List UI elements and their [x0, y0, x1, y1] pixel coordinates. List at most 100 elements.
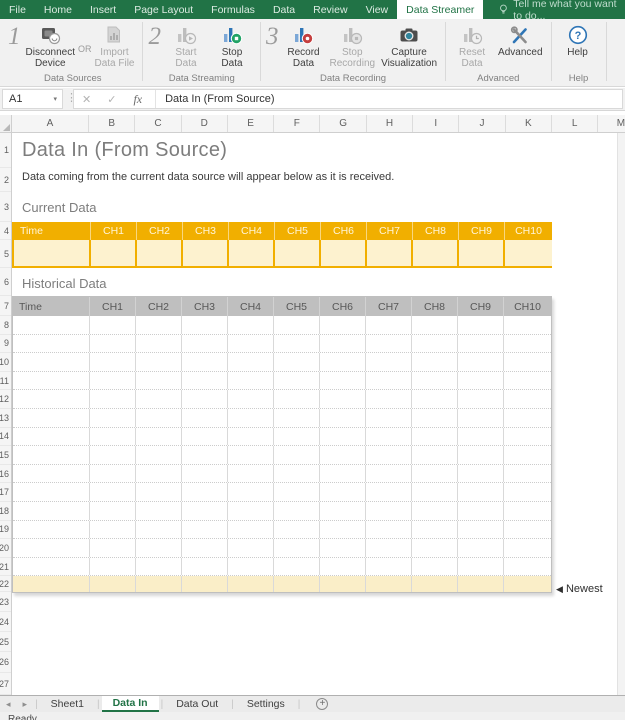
current-cell[interactable] [413, 240, 459, 266]
column-header-c[interactable]: C [135, 115, 181, 132]
historical-cell[interactable] [136, 576, 182, 592]
historical-header-ch1[interactable]: CH1 [90, 297, 136, 316]
row-header-26[interactable]: 26 [0, 652, 11, 673]
historical-cell[interactable] [504, 446, 551, 464]
historical-cell[interactable] [90, 483, 136, 501]
current-cell[interactable] [14, 240, 91, 266]
historical-cell[interactable] [274, 390, 320, 408]
historical-cell[interactable] [228, 465, 274, 483]
current-header-ch9[interactable]: CH9 [459, 222, 505, 240]
historical-cell[interactable] [366, 539, 412, 557]
row-header-25[interactable]: 25 [0, 632, 11, 652]
historical-cell[interactable] [13, 409, 90, 427]
historical-cell[interactable] [136, 372, 182, 390]
historical-cell[interactable] [458, 483, 504, 501]
ribbon-tab-insert[interactable]: Insert [81, 0, 125, 19]
current-cell[interactable] [321, 240, 367, 266]
record-data-button[interactable]: RecordData [280, 20, 326, 69]
historical-cell[interactable] [90, 372, 136, 390]
historical-cell[interactable] [504, 390, 551, 408]
historical-cell[interactable] [274, 465, 320, 483]
help-button[interactable]: ?Help [555, 20, 601, 58]
historical-cell[interactable] [228, 390, 274, 408]
tell-me-box[interactable]: Tell me what you want to do... [483, 0, 625, 19]
historical-cell[interactable] [90, 502, 136, 520]
historical-cell[interactable] [504, 353, 551, 371]
historical-cell[interactable] [366, 316, 412, 334]
historical-cell[interactable] [412, 521, 458, 539]
disconnect-device-button[interactable]: DisconnectDevice [23, 20, 78, 69]
column-header-j[interactable]: J [459, 115, 505, 132]
historical-cell[interactable] [504, 372, 551, 390]
historical-header-ch2[interactable]: CH2 [136, 297, 182, 316]
historical-cell[interactable] [182, 576, 228, 592]
historical-cell[interactable] [366, 372, 412, 390]
historical-cell[interactable] [412, 372, 458, 390]
historical-cell[interactable] [136, 390, 182, 408]
historical-header-ch6[interactable]: CH6 [320, 297, 366, 316]
historical-cell[interactable] [504, 465, 551, 483]
current-header-ch2[interactable]: CH2 [137, 222, 183, 240]
historical-header-ch5[interactable]: CH5 [274, 297, 320, 316]
historical-cell[interactable] [228, 558, 274, 576]
historical-cell[interactable] [90, 558, 136, 576]
historical-cell[interactable] [320, 483, 366, 501]
historical-cell[interactable] [412, 353, 458, 371]
row-header-10[interactable]: 10 [0, 353, 11, 372]
historical-cell[interactable] [320, 502, 366, 520]
column-header-m[interactable]: M [598, 115, 625, 132]
historical-cell[interactable] [182, 539, 228, 557]
historical-cell[interactable] [458, 409, 504, 427]
historical-cell[interactable] [182, 316, 228, 334]
column-header-d[interactable]: D [182, 115, 228, 132]
historical-cell[interactable] [458, 428, 504, 446]
historical-cell[interactable] [458, 353, 504, 371]
historical-cell[interactable] [412, 465, 458, 483]
historical-cell[interactable] [90, 335, 136, 353]
historical-cell[interactable] [274, 353, 320, 371]
historical-cell[interactable] [458, 446, 504, 464]
historical-cell[interactable] [412, 502, 458, 520]
historical-header-ch8[interactable]: CH8 [412, 297, 458, 316]
name-box-dropdown-icon[interactable]: ▾ [53, 95, 62, 103]
ribbon-tab-file[interactable]: File [0, 0, 35, 19]
historical-cell[interactable] [182, 409, 228, 427]
historical-cell[interactable] [90, 316, 136, 334]
ribbon-tab-view[interactable]: View [357, 0, 398, 19]
select-all-corner[interactable] [0, 115, 12, 132]
historical-cell[interactable] [182, 558, 228, 576]
historical-cell[interactable] [274, 446, 320, 464]
historical-cell[interactable] [136, 558, 182, 576]
historical-cell[interactable] [90, 576, 136, 592]
historical-cell[interactable] [13, 576, 90, 592]
historical-cell[interactable] [320, 521, 366, 539]
current-cell[interactable] [459, 240, 505, 266]
historical-cell[interactable] [228, 483, 274, 501]
historical-cell[interactable] [13, 316, 90, 334]
historical-cell[interactable] [182, 446, 228, 464]
historical-cell[interactable] [504, 428, 551, 446]
historical-cell[interactable] [182, 335, 228, 353]
historical-cell[interactable] [136, 539, 182, 557]
historical-cell[interactable] [320, 576, 366, 592]
row-header-22[interactable]: 22 [0, 576, 11, 592]
row-header-13[interactable]: 13 [0, 409, 11, 428]
historical-cell[interactable] [13, 335, 90, 353]
historical-cell[interactable] [274, 576, 320, 592]
ribbon-tab-formulas[interactable]: Formulas [202, 0, 264, 19]
historical-cell[interactable] [90, 390, 136, 408]
historical-cell[interactable] [136, 465, 182, 483]
stop-data-button[interactable]: StopData [209, 20, 255, 69]
historical-cell[interactable] [13, 502, 90, 520]
row-header-5[interactable]: 5 [0, 240, 11, 268]
historical-cell[interactable] [458, 372, 504, 390]
historical-cell[interactable] [458, 558, 504, 576]
historical-cell[interactable] [504, 409, 551, 427]
column-header-h[interactable]: H [367, 115, 413, 132]
row-header-14[interactable]: 14 [0, 428, 11, 447]
historical-cell[interactable] [320, 446, 366, 464]
historical-cell[interactable] [228, 335, 274, 353]
enter-icon[interactable]: ✓ [99, 93, 124, 106]
sheet-nav-left-icon[interactable]: ◂ [0, 696, 17, 712]
historical-cell[interactable] [320, 390, 366, 408]
